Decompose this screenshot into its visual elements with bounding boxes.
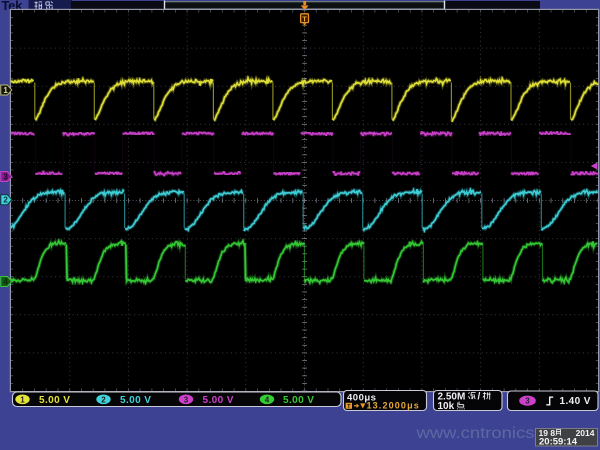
svg-text:5.00 V: 5.00 V — [283, 395, 314, 406]
svg-text:10k: 10k — [438, 401, 455, 412]
svg-text:2: 2 — [101, 395, 106, 404]
svg-text:1: 1 — [3, 86, 8, 95]
svg-text:3: 3 — [3, 173, 8, 182]
svg-text:T: T — [302, 14, 307, 23]
svg-text:4: 4 — [3, 278, 8, 287]
svg-text:5.00 V: 5.00 V — [39, 395, 70, 406]
svg-text:/: / — [478, 392, 481, 403]
svg-text:5.00 V: 5.00 V — [120, 395, 151, 406]
svg-text:3: 3 — [525, 397, 530, 406]
svg-text:5.00 V: 5.00 V — [203, 395, 234, 406]
svg-text:1.40 V: 1.40 V — [560, 396, 591, 407]
svg-text:2014: 2014 — [576, 428, 595, 438]
svg-text:20:59:14: 20:59:14 — [539, 436, 578, 447]
svg-text:3: 3 — [184, 395, 189, 404]
svg-text:13.2000μs: 13.2000μs — [367, 401, 420, 411]
svg-text:4: 4 — [265, 395, 270, 404]
svg-text:2: 2 — [3, 196, 8, 205]
svg-text:1: 1 — [20, 395, 25, 404]
